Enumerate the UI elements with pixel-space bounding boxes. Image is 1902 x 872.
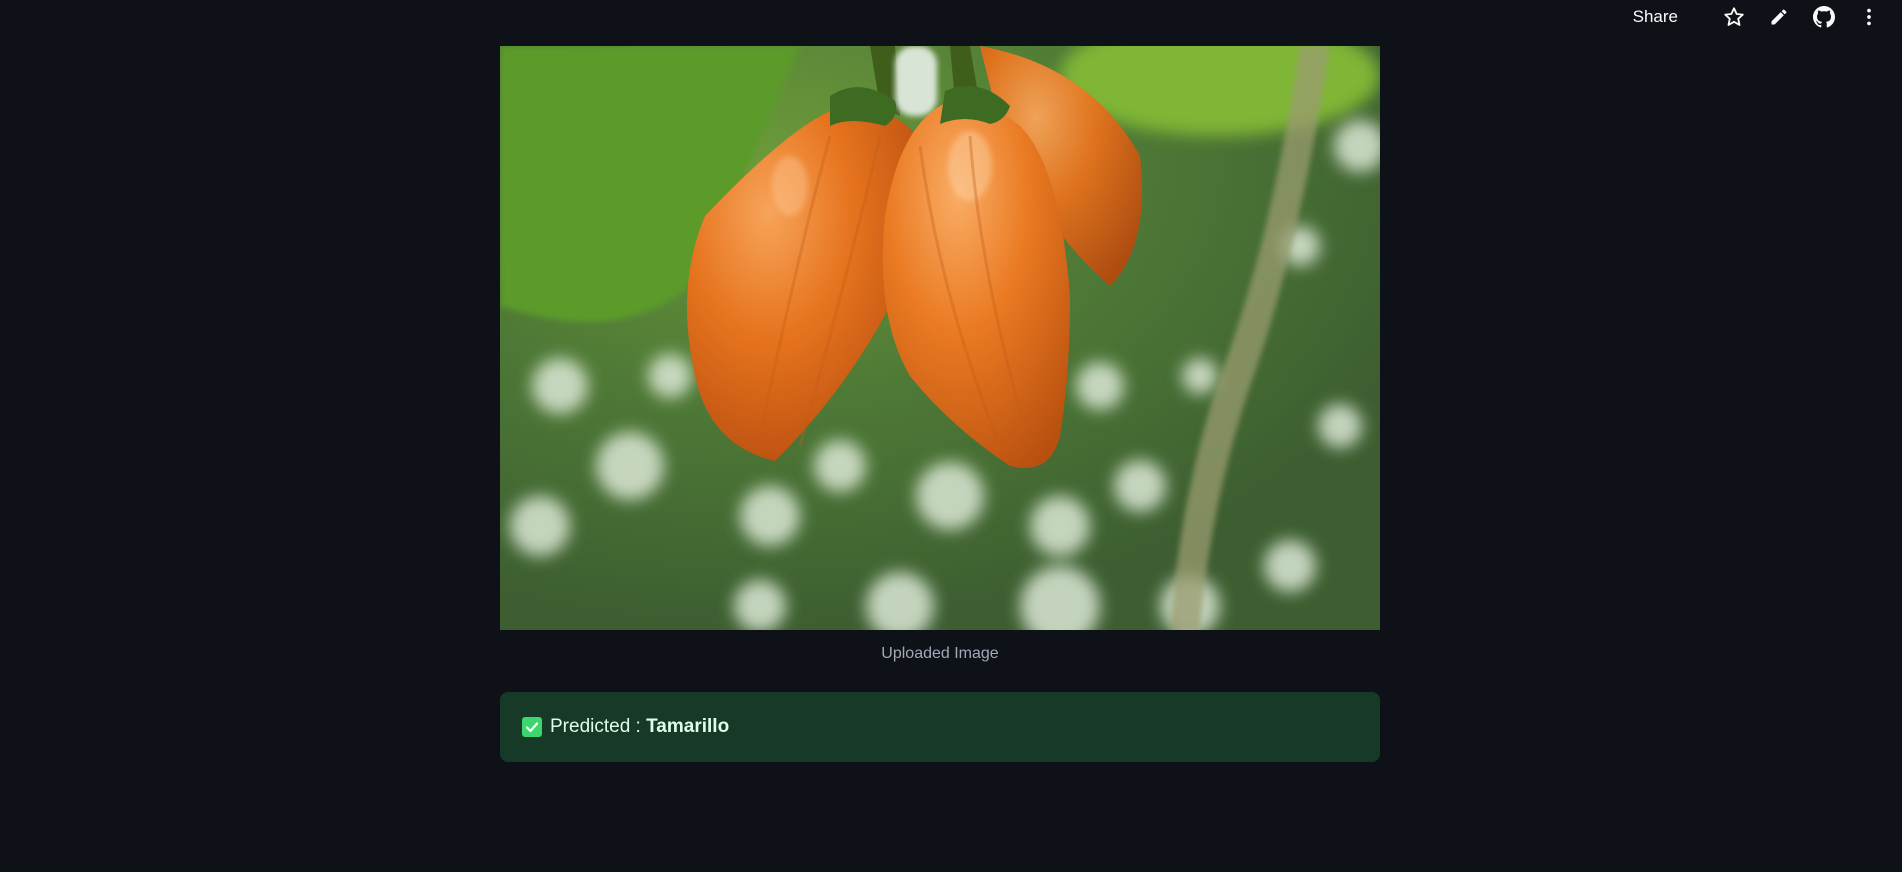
prediction-alert: Predicted : Tamarillo <box>500 692 1380 762</box>
fruit-photo <box>500 46 1380 630</box>
share-button[interactable]: Share <box>1633 7 1678 27</box>
pencil-icon[interactable] <box>1768 6 1790 28</box>
app-toolbar: Share <box>1633 0 1902 34</box>
star-icon[interactable] <box>1723 6 1745 28</box>
github-icon[interactable] <box>1813 6 1835 28</box>
check-box-icon <box>522 717 542 737</box>
more-vertical-icon[interactable] <box>1858 6 1880 28</box>
uploaded-image <box>500 46 1380 630</box>
prediction-message: Predicted : Tamarillo <box>550 716 729 738</box>
prediction-prefix: Predicted : <box>550 716 647 737</box>
prediction-value: Tamarillo <box>646 716 730 737</box>
image-caption: Uploaded Image <box>881 645 999 662</box>
main-content: Uploaded Image Predicted : Tamarillo <box>500 46 1380 762</box>
